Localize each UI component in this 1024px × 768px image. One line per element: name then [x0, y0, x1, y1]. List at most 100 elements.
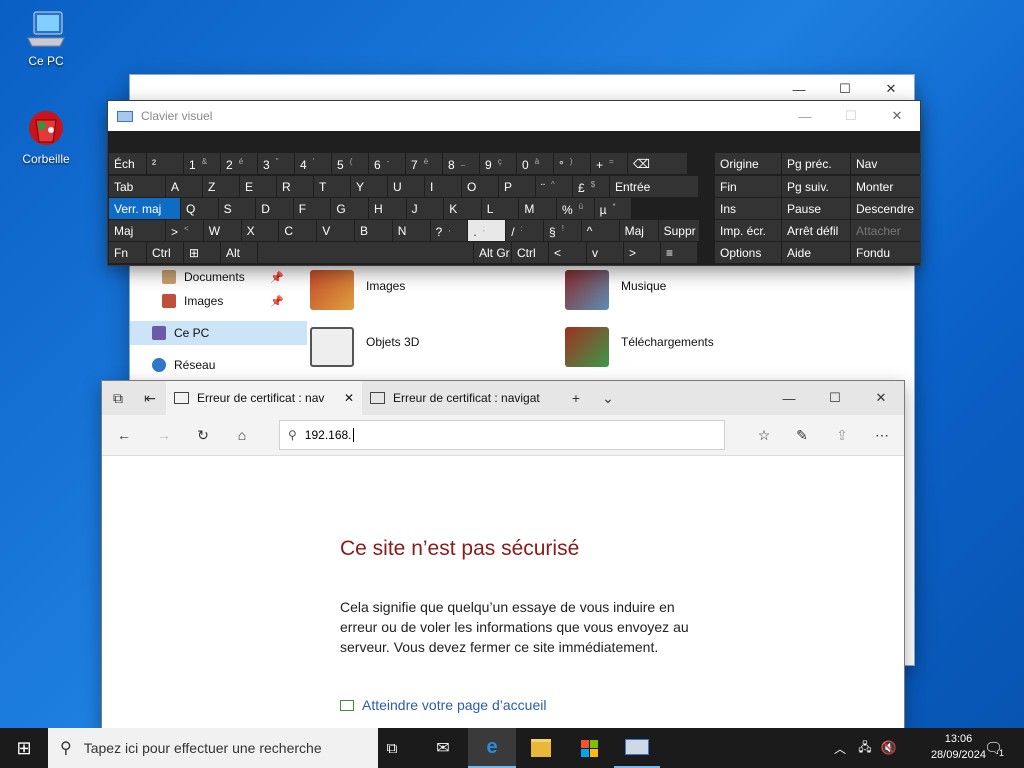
- key[interactable]: Pg préc.: [782, 153, 850, 174]
- close-tab-icon[interactable]: ✕: [344, 391, 354, 405]
- system-clock[interactable]: 13:06 28/09/2024: [931, 731, 986, 763]
- key[interactable]: O: [462, 176, 498, 197]
- key[interactable]: §!: [544, 220, 581, 241]
- key[interactable]: > <: [166, 220, 203, 241]
- key[interactable]: Imp. écr.: [715, 220, 781, 241]
- key[interactable]: Fn: [109, 242, 146, 263]
- key[interactable]: C: [279, 220, 317, 241]
- key[interactable]: Fondu: [851, 242, 921, 263]
- key[interactable]: Alt: [221, 242, 257, 263]
- key[interactable]: Éch: [109, 153, 146, 174]
- key[interactable]: Tab: [109, 176, 165, 197]
- key[interactable]: Z: [203, 176, 239, 197]
- key[interactable]: [258, 242, 473, 263]
- tab-manager-icon[interactable]: ⧉: [102, 381, 134, 415]
- nav-item-images[interactable]: Images 📌: [130, 289, 290, 313]
- key[interactable]: 6-: [369, 153, 405, 174]
- maximize-button[interactable]: ☐: [812, 381, 858, 415]
- key[interactable]: P: [499, 176, 535, 197]
- key[interactable]: <: [549, 242, 586, 263]
- key[interactable]: D: [256, 198, 293, 219]
- folder-objets-3d[interactable]: Objets 3D: [310, 327, 419, 367]
- key[interactable]: L: [481, 198, 519, 219]
- key[interactable]: Monter: [851, 176, 921, 197]
- key[interactable]: Maj: [109, 220, 165, 241]
- key[interactable]: 2é: [221, 153, 257, 174]
- notifications-icon[interactable]: 🗨 1: [980, 728, 1008, 768]
- network-icon[interactable]: 🖧: [854, 728, 876, 768]
- key[interactable]: 0à: [517, 153, 553, 174]
- key[interactable]: Aide: [782, 242, 850, 263]
- key[interactable]: °): [554, 153, 590, 174]
- back-arrow-icon[interactable]: ←: [108, 418, 140, 452]
- key[interactable]: % ù: [557, 198, 594, 219]
- key[interactable]: Fin: [715, 176, 781, 197]
- key[interactable]: Options: [715, 242, 781, 263]
- nav-item-documents[interactable]: Documents 📌: [130, 265, 290, 289]
- new-tab-icon[interactable]: +: [560, 381, 592, 415]
- key[interactable]: Ctrl: [512, 242, 548, 263]
- file-explorer-taskbar-icon[interactable]: [518, 728, 564, 768]
- key[interactable]: Ctrl: [147, 242, 183, 263]
- task-view-icon[interactable]: ⧉: [370, 728, 414, 768]
- key[interactable]: S: [218, 198, 256, 219]
- key[interactable]: Q: [181, 198, 218, 219]
- key[interactable]: 9ç: [480, 153, 516, 174]
- maximize-button[interactable]: ☐: [822, 75, 868, 103]
- key[interactable]: >: [624, 242, 660, 263]
- key[interactable]: ¨ ^: [536, 176, 572, 197]
- desktop-icon-corbeille[interactable]: Corbeille: [11, 106, 81, 166]
- home-icon[interactable]: ⌂: [226, 418, 258, 452]
- store-icon[interactable]: [566, 728, 612, 768]
- key[interactable]: Descendre: [851, 198, 921, 219]
- pen-icon[interactable]: ✎: [786, 418, 818, 452]
- key[interactable]: ?,: [430, 220, 468, 241]
- key[interactable]: Nav: [851, 153, 921, 174]
- key[interactable]: Attacher: [851, 220, 921, 241]
- chevron-up-icon[interactable]: ︿: [830, 728, 850, 768]
- volume-muted-icon[interactable]: 🔇: [878, 728, 900, 768]
- key[interactable]: 3 ": [258, 153, 294, 174]
- minimize-button[interactable]: —: [766, 381, 812, 415]
- minimize-button[interactable]: —: [782, 101, 828, 131]
- desktop-icon-ce-pc[interactable]: Ce PC: [11, 8, 81, 68]
- key[interactable]: V: [317, 220, 354, 241]
- forward-arrow-icon[interactable]: →: [148, 418, 180, 452]
- nav-item-ce-pc[interactable]: Ce PC: [130, 321, 307, 345]
- key[interactable]: A: [166, 176, 202, 197]
- url-input[interactable]: ⚲ 192.168.: [279, 420, 725, 450]
- on-screen-keyboard-taskbar-icon[interactable]: [614, 728, 660, 768]
- key[interactable]: E: [240, 176, 276, 197]
- share-icon[interactable]: ⇪: [826, 418, 858, 452]
- folder-telechargements[interactable]: Téléchargements: [565, 327, 714, 367]
- nav-item-reseau[interactable]: Réseau: [130, 353, 290, 377]
- edge-taskbar-icon[interactable]: e: [468, 728, 516, 768]
- key[interactable]: I: [425, 176, 461, 197]
- key[interactable]: J: [406, 198, 444, 219]
- key[interactable]: ≡: [661, 242, 697, 263]
- key[interactable]: F: [293, 198, 331, 219]
- key[interactable]: 7è: [406, 153, 442, 174]
- tab-erreur-certificat-1[interactable]: Erreur de certificat : nav ✕: [166, 381, 362, 415]
- key[interactable]: 4 ': [295, 153, 331, 174]
- key[interactable]: .;: [468, 220, 506, 241]
- key[interactable]: M: [519, 198, 556, 219]
- mail-icon[interactable]: ✉: [420, 728, 466, 768]
- key[interactable]: ⌫: [628, 153, 687, 174]
- key[interactable]: B: [355, 220, 392, 241]
- favorites-star-icon[interactable]: ☆: [748, 418, 780, 452]
- key[interactable]: T: [314, 176, 350, 197]
- key[interactable]: Entrée: [610, 176, 698, 197]
- key[interactable]: H: [369, 198, 406, 219]
- key[interactable]: Origine: [715, 153, 781, 174]
- home-page-link[interactable]: Atteindre votre page d’accueil: [340, 697, 546, 713]
- key[interactable]: ^: [581, 220, 619, 241]
- minimize-button[interactable]: —: [776, 75, 822, 103]
- close-button[interactable]: ✕: [874, 101, 920, 131]
- set-tabs-aside-icon[interactable]: ⇤: [134, 381, 166, 415]
- key[interactable]: W: [203, 220, 241, 241]
- key[interactable]: v: [587, 242, 623, 263]
- chevron-down-icon[interactable]: ⌄: [592, 381, 624, 415]
- key[interactable]: Alt Gr: [474, 242, 511, 263]
- key[interactable]: /:: [506, 220, 543, 241]
